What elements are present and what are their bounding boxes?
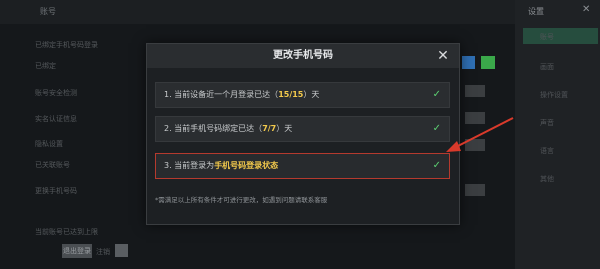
- annotation-arrow-icon: [446, 117, 514, 152]
- requirement-suffix: ）天: [303, 90, 320, 99]
- background-row: 更换手机号码: [35, 187, 77, 195]
- sidebar-item[interactable]: 账号: [540, 32, 554, 42]
- requirement-text: 1. 当前设备近一个月登录已达（15/15）天: [164, 83, 319, 107]
- background-topbar: 账号: [0, 0, 515, 24]
- sidebar-item[interactable]: 声音: [540, 118, 554, 128]
- check-icon: ✓: [432, 89, 441, 100]
- requirement-prefix: 2. 当前手机号码绑定已达（: [164, 124, 263, 133]
- background-side-button[interactable]: [465, 184, 485, 196]
- sidebar-title: 设置: [528, 7, 544, 16]
- wechat-icon[interactable]: [481, 56, 495, 69]
- background-footer-label: 注销: [96, 248, 110, 256]
- share-icon[interactable]: [462, 56, 475, 69]
- sidebar-active-highlight: [523, 28, 598, 44]
- requirement-value: 手机号码登录状态: [214, 161, 279, 170]
- requirement-text: 3. 当前登录为手机号码登录状态: [164, 154, 278, 178]
- dialog-title: 更改手机号码: [273, 50, 333, 61]
- background-row: 账号安全检测: [35, 89, 77, 97]
- background-tab[interactable]: 账号: [40, 6, 56, 17]
- sidebar-item[interactable]: 语言: [540, 146, 554, 156]
- background-footer-text: 当前账号已达到上限: [35, 228, 98, 236]
- sidebar-item[interactable]: 其他: [540, 174, 554, 184]
- logout-button[interactable]: 退出登录: [62, 244, 92, 258]
- sidebar-item[interactable]: 画面: [540, 62, 554, 72]
- background-row: 隐私设置: [35, 140, 63, 148]
- background-footer-box[interactable]: [115, 244, 128, 257]
- requirement-item: 1. 当前设备近一个月登录已达（15/15）天 ✓: [155, 82, 450, 108]
- requirement-text: 2. 当前手机号码绑定已达（7/7）天: [164, 117, 292, 141]
- requirement-value: 7/7: [262, 124, 277, 133]
- background-side-button[interactable]: [465, 85, 485, 97]
- sidebar-close-icon[interactable]: ✕: [582, 4, 590, 15]
- requirement-item: 3. 当前登录为手机号码登录状态 ✓: [155, 153, 450, 179]
- requirement-prefix: 1. 当前设备近一个月登录已达（: [164, 90, 279, 99]
- requirement-value: 15/15: [278, 90, 304, 99]
- change-phone-dialog: 更改手机号码 ✕ 1. 当前设备近一个月登录已达（15/15）天 ✓ 2. 当前…: [146, 43, 460, 225]
- background-row: 已关联账号: [35, 161, 70, 169]
- requirement-item: 2. 当前手机号码绑定已达（7/7）天 ✓: [155, 116, 450, 142]
- background-row: 已绑定手机号码登录: [35, 41, 98, 49]
- requirement-prefix: 3. 当前登录为: [164, 161, 215, 170]
- sidebar-item[interactable]: 操作设置: [540, 90, 568, 100]
- dialog-note: *需满足以上所有条件才可进行更改，如遇到问题请联系客服: [155, 196, 328, 204]
- background-row: 已绑定: [35, 62, 56, 70]
- dialog-header: 更改手机号码 ✕: [147, 44, 459, 68]
- requirement-suffix: ）天: [276, 124, 293, 133]
- background-row: 实名认证信息: [35, 115, 77, 123]
- close-icon[interactable]: ✕: [431, 44, 455, 68]
